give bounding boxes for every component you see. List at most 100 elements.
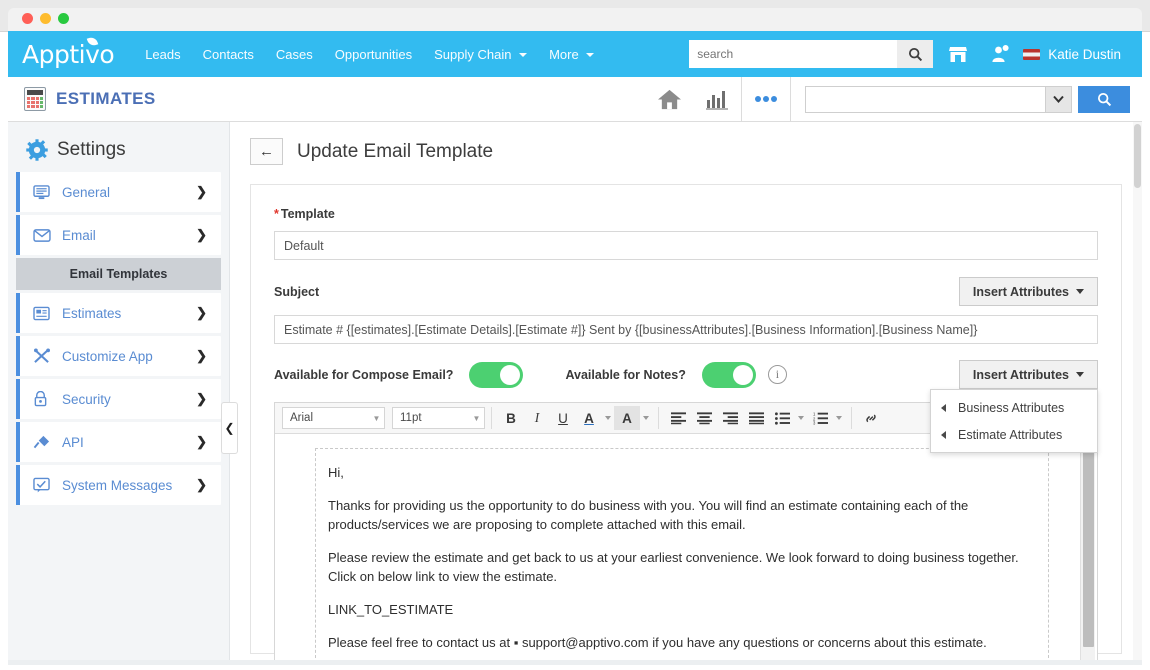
nav-item-leads[interactable]: Leads: [134, 41, 191, 68]
sidebar-collapse-handle[interactable]: ❮: [221, 402, 238, 454]
font-family-value: Arial: [290, 412, 314, 424]
user-name-label: Katie Dustin: [1048, 46, 1121, 62]
chevron-right-icon: ❯: [196, 477, 207, 492]
sidebar-item-general[interactable]: General ❯: [16, 172, 221, 212]
page-scrollbar-thumb[interactable]: [1134, 124, 1141, 188]
highlight-color-dropdown[interactable]: [640, 406, 652, 430]
nav-item-opportunities[interactable]: Opportunities: [324, 41, 423, 68]
user-menu[interactable]: Katie Dustin: [1023, 47, 1128, 62]
envelope-icon: [33, 228, 55, 243]
nav-item-contacts[interactable]: Contacts: [192, 41, 265, 68]
email-paragraph-contact: Please feel free to contact us at ▪ supp…: [328, 635, 987, 650]
sidebar-item-email[interactable]: Email ❯: [16, 215, 221, 255]
bullet-list-button[interactable]: [769, 406, 795, 430]
page-scrollbar[interactable]: [1133, 122, 1142, 665]
module-search-button[interactable]: [1078, 85, 1130, 113]
flag-icon: [1023, 48, 1041, 60]
nav-item-supply-chain[interactable]: Supply Chain: [423, 41, 538, 68]
nav-label: Supply Chain: [434, 46, 512, 62]
tools-icon: [33, 348, 55, 364]
email-template-form: *Template Subject Insert Attributes Avai…: [250, 184, 1122, 665]
chevron-right-icon: ❯: [196, 348, 207, 363]
module-search-input[interactable]: [805, 85, 1045, 113]
subject-field-label: Subject: [274, 284, 320, 299]
page-header: ← Update Email Template: [230, 122, 1142, 165]
menu-item-label: Business Attributes: [958, 400, 1065, 415]
editor-scrollbar-thumb[interactable]: [1083, 452, 1094, 647]
editor-content-area[interactable]: Hi, Thanks for providing us the opportun…: [275, 434, 1097, 665]
home-button[interactable]: [645, 77, 693, 122]
sidebar-item-estimates[interactable]: Estimates ❯: [16, 293, 221, 333]
align-right-button[interactable]: [717, 406, 743, 430]
search-icon: [908, 47, 922, 61]
italic-button[interactable]: I: [524, 406, 550, 430]
window-minimize-button[interactable]: [40, 13, 51, 24]
divider: [491, 407, 492, 429]
chevron-right-icon: ❯: [196, 184, 207, 199]
template-input[interactable]: [274, 231, 1098, 260]
chevron-down-icon: [1076, 372, 1084, 377]
nav-item-more[interactable]: More: [538, 41, 605, 68]
plug-icon: [33, 434, 55, 450]
menu-item-business-attributes[interactable]: Business Attributes: [931, 394, 1097, 421]
divider-2: [790, 76, 791, 122]
sidebar-item-api[interactable]: API ❯: [16, 422, 221, 462]
numbered-list-dropdown[interactable]: [833, 406, 845, 430]
insert-attributes-body-button[interactable]: Insert Attributes: [958, 360, 1098, 389]
brand-text: Apptivo: [22, 39, 115, 69]
sidebar-item-system-messages[interactable]: System Messages ❯: [16, 465, 221, 505]
notes-toggle[interactable]: [701, 361, 756, 388]
global-search-button[interactable]: [897, 40, 934, 68]
module-bar: ESTIMATES: [8, 76, 1142, 122]
divider-2: [658, 407, 659, 429]
window-close-button[interactable]: [22, 13, 33, 24]
chevron-down-icon: [1053, 95, 1064, 103]
font-family-select[interactable]: Arial ▼: [282, 407, 385, 429]
bold-button[interactable]: B: [498, 406, 524, 430]
underline-button[interactable]: U: [550, 406, 576, 430]
reports-button[interactable]: [693, 77, 741, 122]
store-button[interactable]: [941, 39, 975, 69]
sidebar-item-label: API: [62, 434, 84, 450]
info-icon[interactable]: i: [767, 365, 787, 384]
more-options-button[interactable]: [742, 77, 790, 122]
nav-label: Cases: [275, 46, 313, 62]
module-search-dropdown[interactable]: [1045, 85, 1072, 113]
sidebar-item-email-templates[interactable]: Email Templates: [16, 258, 221, 290]
settings-title: Settings: [57, 139, 126, 160]
toggle-group: Available for Compose Email? Available f…: [274, 361, 787, 388]
link-button[interactable]: [858, 406, 884, 430]
sidebar-item-customize-app[interactable]: Customize App ❯: [16, 336, 221, 376]
button-label: Insert Attributes: [972, 367, 1069, 382]
notifications-button[interactable]: [983, 39, 1017, 69]
apptivo-logo[interactable]: Apptivo: [22, 35, 115, 69]
editor-scrollbar[interactable]: ▲: [1080, 436, 1095, 665]
page-title: ESTIMATES: [56, 89, 156, 108]
highlight-color-button[interactable]: A: [614, 406, 640, 430]
footer-strip: [8, 660, 1142, 665]
ellipsis-icon: [755, 96, 777, 102]
numbered-list-button[interactable]: 123: [807, 406, 833, 430]
nav-item-cases[interactable]: Cases: [265, 41, 324, 68]
text-color-dropdown[interactable]: [602, 406, 614, 430]
sidebar-item-security[interactable]: Security ❯: [16, 379, 221, 419]
text-color-button[interactable]: A: [576, 406, 602, 430]
menu-item-estimate-attributes[interactable]: Estimate Attributes: [931, 421, 1097, 448]
attributes-dropdown-menu: Business Attributes Estimate Attributes: [930, 389, 1098, 453]
align-center-button[interactable]: [691, 406, 717, 430]
subject-input[interactable]: [274, 315, 1098, 344]
global-search-input[interactable]: [689, 40, 898, 68]
sidebar-menu: General ❯ Email ❯ Email Templates Estima…: [8, 172, 229, 505]
align-left-button[interactable]: [665, 406, 691, 430]
font-size-select[interactable]: 11pt ▼: [392, 407, 485, 429]
window-maximize-button[interactable]: [58, 13, 69, 24]
nav-label: Opportunities: [334, 46, 413, 62]
bullet-list-dropdown[interactable]: [795, 406, 807, 430]
button-label: Insert Attributes: [972, 284, 1069, 299]
email-body-content[interactable]: Hi, Thanks for providing us the opportun…: [315, 448, 1049, 663]
insert-attributes-subject-button[interactable]: Insert Attributes: [958, 277, 1098, 306]
compose-email-toggle[interactable]: [469, 361, 524, 388]
back-button[interactable]: ←: [250, 138, 283, 165]
home-icon: [657, 89, 681, 109]
align-justify-button[interactable]: [743, 406, 769, 430]
